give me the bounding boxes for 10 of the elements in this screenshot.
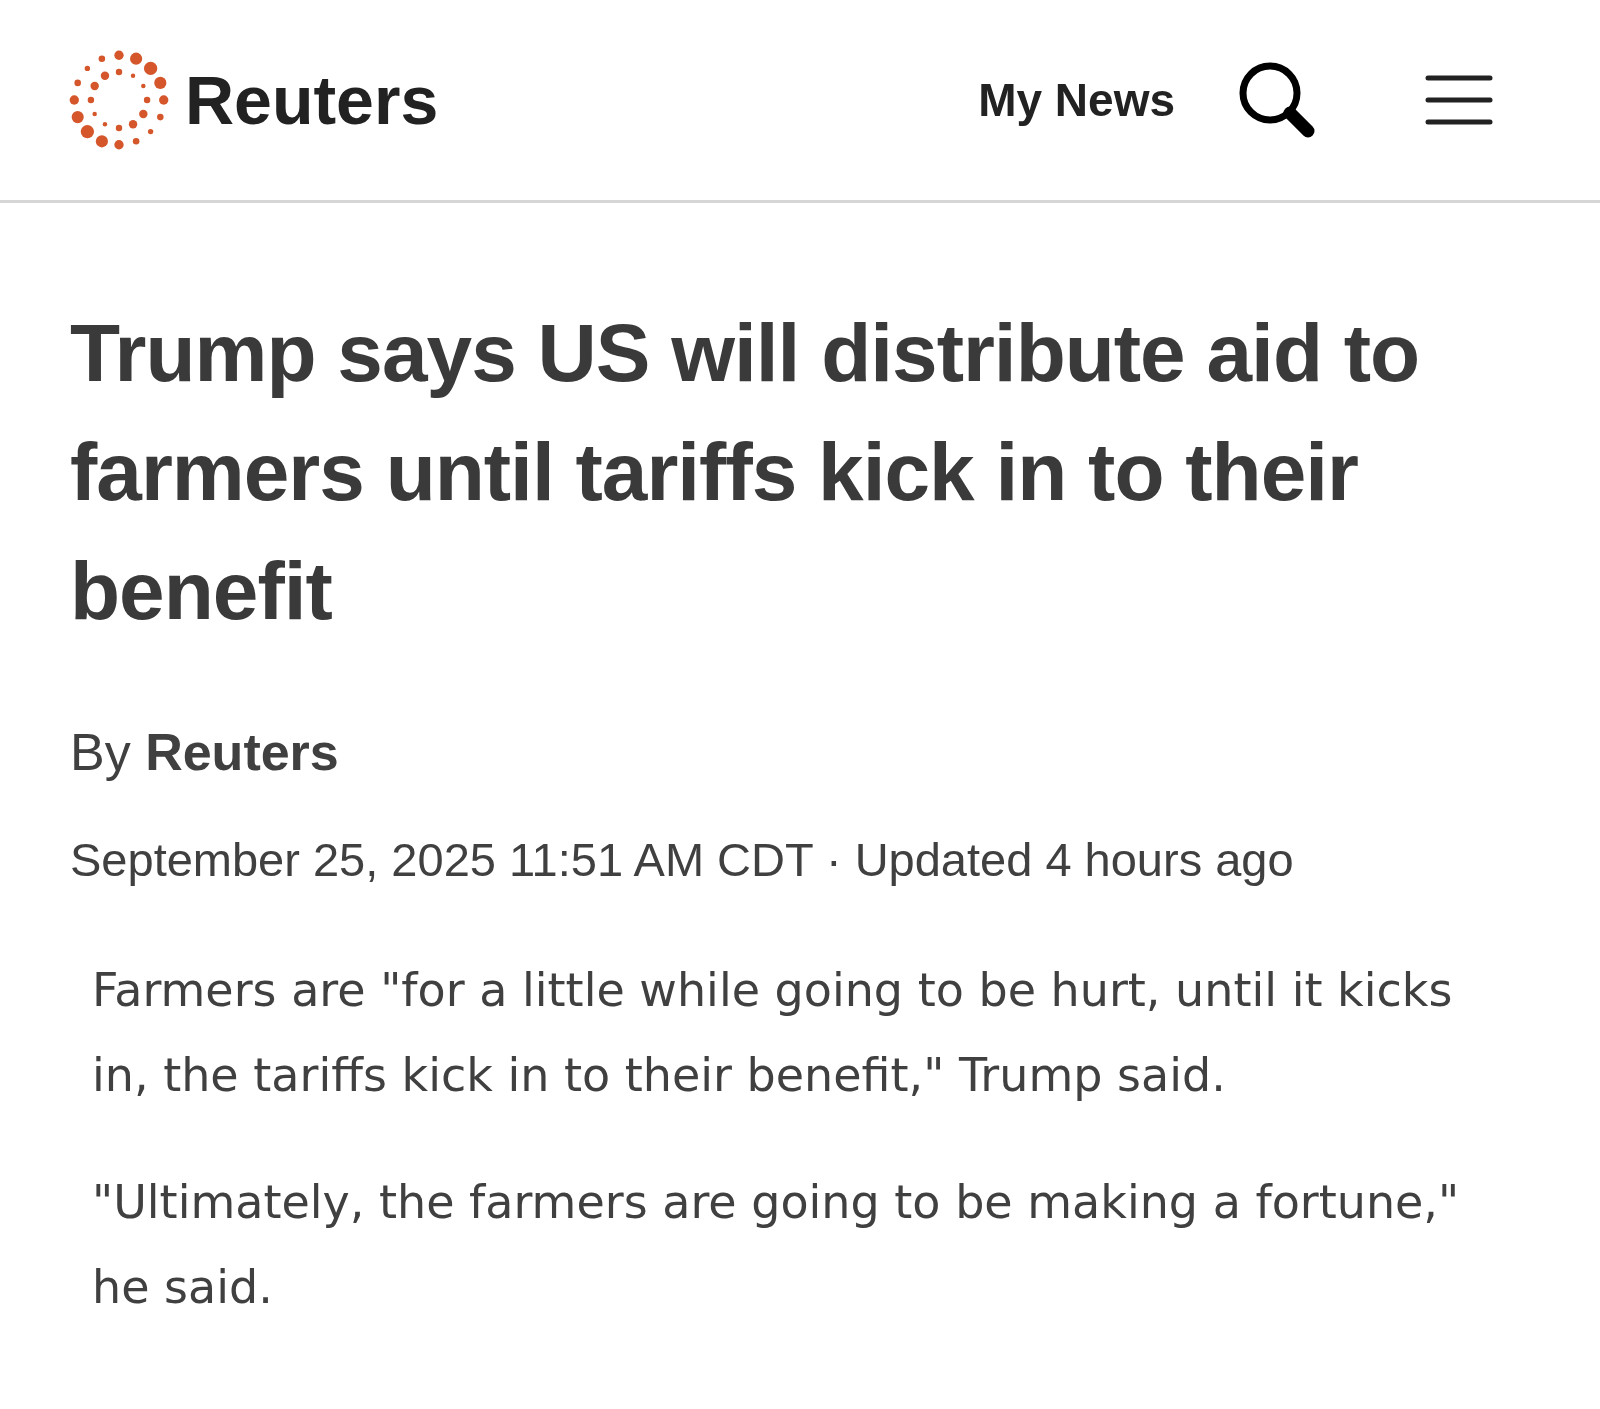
byline: By Reuters (70, 722, 340, 782)
logo-text[interactable]: Reuters (185, 61, 439, 139)
search-icon[interactable] (1237, 60, 1317, 140)
menu-icon[interactable] (1425, 75, 1493, 125)
article-paragraph: "Ultimately, the farmers are going to be making a fortune," he said. (92, 1174, 1461, 1316)
logo-icon[interactable] (67, 48, 171, 152)
publish-date: September 25, 2025 11:51 AM CDT · Updated 4 hours ago (70, 832, 1295, 888)
article-headline: Trump says US will distribute aid to farmers until tariffs kick in to their benefit (70, 306, 1421, 638)
my-news-link[interactable]: My News (978, 73, 1175, 127)
article-paragraph: Farmers are "for a little while going to be hurt, until it kicks in, the tariffs kick in to their benefit," Trump said. (92, 962, 1454, 1104)
